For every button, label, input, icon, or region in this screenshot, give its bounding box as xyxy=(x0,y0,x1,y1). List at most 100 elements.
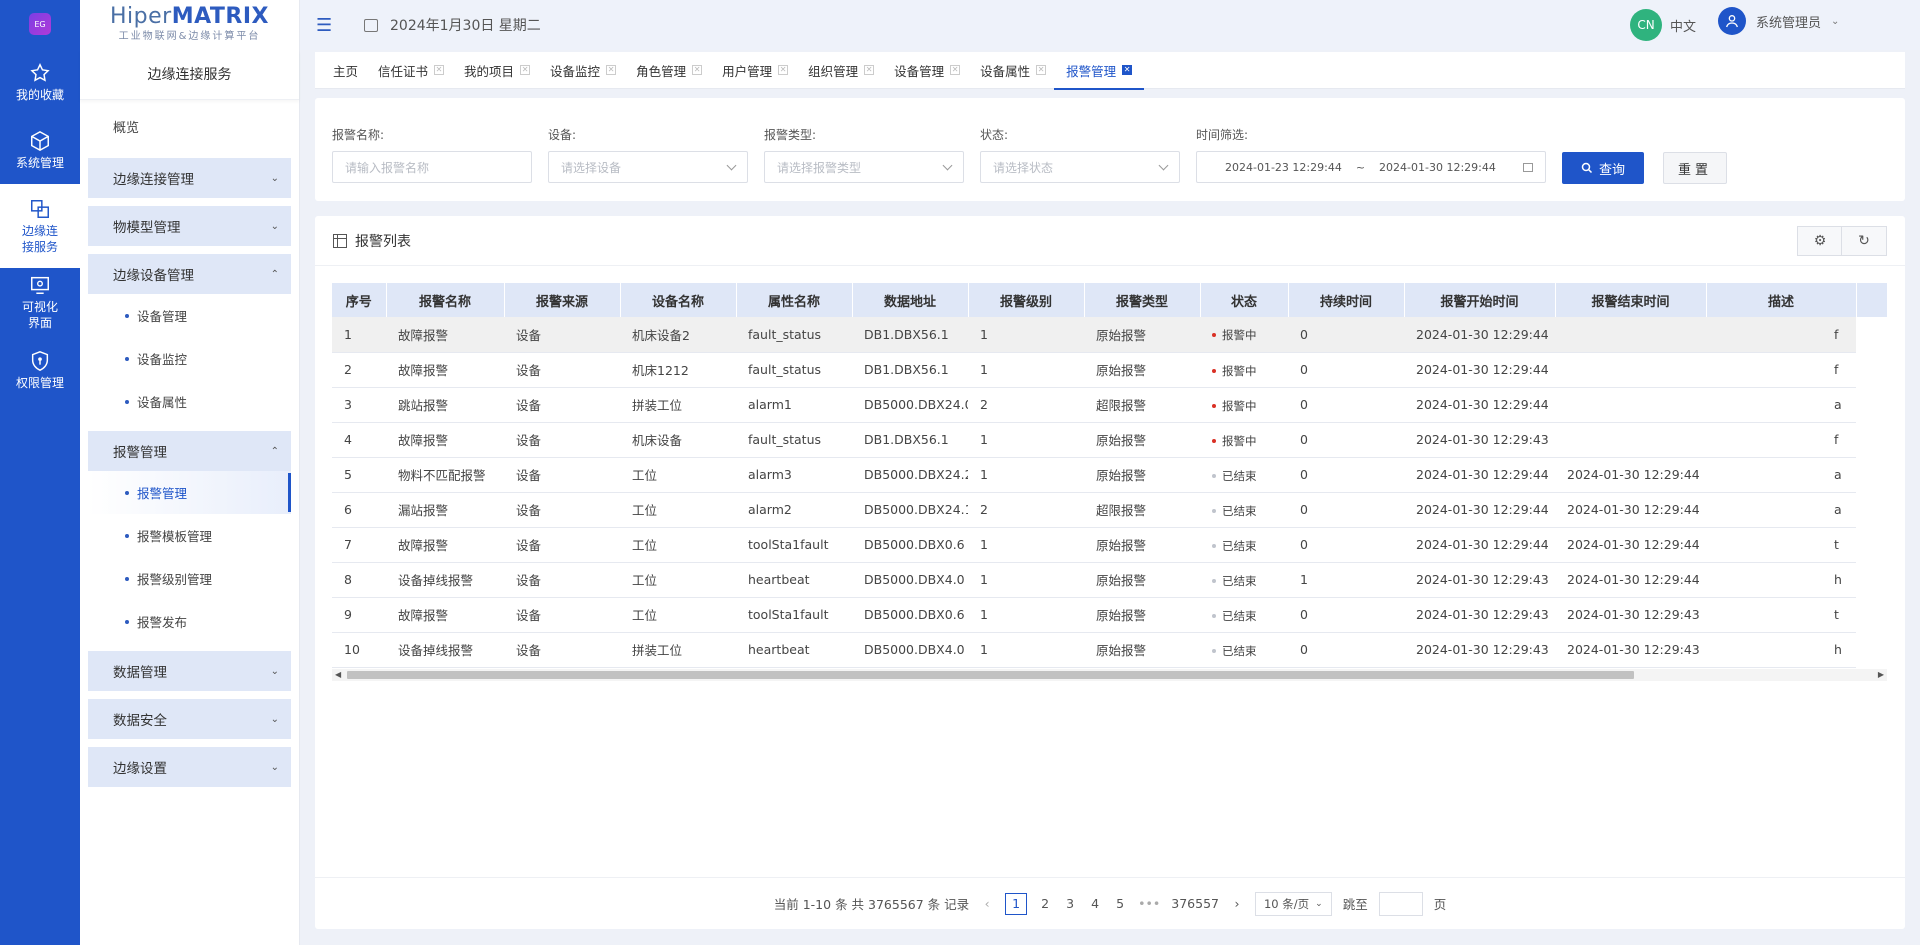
table-row[interactable]: 4 故障报警 设备 机床设备 fault_status DB1.DBX56.1 1 原始报警 报… xyxy=(332,422,1887,458)
menu-group-data[interactable]: 数据管理 ⌄ xyxy=(88,651,291,691)
tab-device-attr[interactable]: 设备属性 ✕ xyxy=(980,52,1047,89)
scroll-thumb[interactable] xyxy=(347,671,1634,679)
close-icon[interactable]: ✕ xyxy=(692,65,703,75)
table-cell: 原始报警 xyxy=(1084,317,1200,353)
status-cell: 已结束 xyxy=(1200,492,1288,528)
tab-org[interactable]: 组织管理 ✕ xyxy=(808,52,875,89)
scroll-right-icon[interactable]: ▶ xyxy=(1878,669,1884,681)
menu-group-thing-model[interactable]: 物模型管理 ⌄ xyxy=(88,206,291,246)
sidebar-item-alarm-template[interactable]: 报警模板管理 xyxy=(88,514,291,557)
tab-users[interactable]: 用户管理 ✕ xyxy=(722,52,789,89)
table-cell: 2024-01-30 12:29:44 xyxy=(1404,457,1555,493)
start-date[interactable]: 2024-01-23 12:29:44 xyxy=(1225,161,1342,174)
settings-button[interactable]: ⚙ xyxy=(1797,226,1843,256)
chevron-down-icon xyxy=(726,160,737,170)
menu-group-settings[interactable]: 边缘设置 ⌄ xyxy=(88,747,291,787)
column-header: 报警级别 xyxy=(968,283,1085,317)
status-select[interactable]: 请选择状态 xyxy=(980,151,1180,183)
page-ellipsis[interactable]: ••• xyxy=(1138,896,1160,911)
rail-item-edge[interactable]: 边缘连接服务 xyxy=(0,184,80,268)
close-icon[interactable]: ✕ xyxy=(1036,65,1047,75)
page-3[interactable]: 3 xyxy=(1063,896,1077,911)
rail-item-system[interactable]: 系统管理 xyxy=(0,116,80,184)
rail-label: 权限管理 xyxy=(15,375,64,390)
horizontal-scrollbar[interactable]: ◀ ▶ xyxy=(332,669,1887,681)
alarm-table-wrap: 序号 报警名称 报警来源 设备名称 属性名称 数据地址 报警级别 报警类型 状态 持续时间 报警开始… xyxy=(332,283,1887,683)
prev-page-icon[interactable]: ‹ xyxy=(980,896,994,911)
column-header: 数据地址 xyxy=(852,283,969,317)
close-icon[interactable]: ✕ xyxy=(950,65,961,75)
chevron-down-icon: ⌄ xyxy=(270,172,279,184)
sidebar-item-device-attr[interactable]: 设备属性 xyxy=(88,380,291,423)
rail-item-permission[interactable]: 权限管理 xyxy=(0,336,80,404)
refresh-button[interactable]: ↻ xyxy=(1841,226,1887,256)
rail-item-visual[interactable]: 可视化界面 xyxy=(0,268,80,336)
sidebar-item-overview[interactable]: 概览 xyxy=(88,108,291,150)
status-dot-icon xyxy=(1212,578,1216,583)
close-icon[interactable]: ✕ xyxy=(778,65,789,75)
sidebar-item-device-manage[interactable]: 设备管理 xyxy=(88,294,291,337)
tab-roles[interactable]: 角色管理 ✕ xyxy=(636,52,703,89)
table-cell: 2024-01-30 12:29:44 xyxy=(1404,387,1555,423)
table-row[interactable]: 9 故障报警 设备 工位 toolSta1fault DB5000.DBX0.6 1 原始报警… xyxy=(332,597,1887,633)
tab-device-monitor[interactable]: 设备监控 ✕ xyxy=(550,52,617,89)
status-badge: 报警中 xyxy=(1212,398,1257,414)
query-button[interactable]: 查询 xyxy=(1562,152,1644,184)
menu-toggle-icon[interactable]: ☰ xyxy=(316,15,336,36)
alarm-name-input[interactable]: 请输入报警名称 xyxy=(332,151,532,183)
table-row[interactable]: 1 故障报警 设备 机床设备2 fault_status DB1.DBX56.1 1 原始报警… xyxy=(332,317,1887,353)
page-2[interactable]: 2 xyxy=(1038,896,1052,911)
menu-group-security[interactable]: 数据安全 ⌄ xyxy=(88,699,291,739)
table-cell: 设备 xyxy=(504,422,620,458)
table-cell: 拼装工位 xyxy=(620,632,736,668)
page-4[interactable]: 4 xyxy=(1088,896,1102,911)
tab-alarm-manage[interactable]: 报警管理 ✕ xyxy=(1054,52,1145,90)
language-switch[interactable]: CN 中文 xyxy=(1630,9,1696,41)
page-1[interactable]: 1 xyxy=(1005,892,1028,915)
sidebar-item-alarm-publish[interactable]: 报警发布 xyxy=(88,600,291,643)
end-date[interactable]: 2024-01-30 12:29:44 xyxy=(1379,161,1496,174)
date-range-picker[interactable]: 2024-01-23 12:29:44 ~ 2024-01-30 12:29:4… xyxy=(1196,151,1546,183)
table-cell: 故障报警 xyxy=(386,422,504,458)
table-row[interactable]: 6 漏站报警 设备 工位 alarm2 DB5000.DBX24.1 2 超限报警 已结束 0 20… xyxy=(332,492,1887,528)
alarm-type-select[interactable]: 请选择报警类型 xyxy=(764,151,964,183)
sidebar-item-alarm-level[interactable]: 报警级别管理 xyxy=(88,557,291,600)
table-row[interactable]: 7 故障报警 设备 工位 toolSta1fault DB5000.DBX0.6 1 原始报警… xyxy=(332,527,1887,563)
close-icon[interactable]: ✕ xyxy=(520,65,531,75)
table-cell: 0 xyxy=(1288,317,1404,353)
page-size-select[interactable]: 10 条/页 ⌄ xyxy=(1254,891,1332,916)
menu-group-alarm[interactable]: 报警管理 ⌃ xyxy=(88,431,291,471)
tab-cert[interactable]: 信任证书 ✕ xyxy=(378,52,445,89)
table-row[interactable]: 10 设备掉线报警 设备 拼装工位 heartbeat DB5000.DBX4.0 1 原始报… xyxy=(332,632,1887,668)
page-5[interactable]: 5 xyxy=(1113,896,1127,911)
tab-projects[interactable]: 我的项目 ✕ xyxy=(464,52,531,89)
sidebar-item-device-monitor[interactable]: 设备监控 xyxy=(88,337,291,380)
sidebar-item-alarm-manage[interactable]: 报警管理 xyxy=(88,471,291,514)
tab-home[interactable]: 主页 xyxy=(333,52,358,89)
table-row[interactable]: 2 故障报警 设备 机床1212 fault_status DB1.DBX56.1 1 原始报… xyxy=(332,352,1887,388)
menu-group-edge-connect[interactable]: 边缘连接管理 ⌄ xyxy=(88,158,291,198)
filter-label: 时间筛选: xyxy=(1196,128,1249,142)
reset-button[interactable]: 重置 xyxy=(1663,152,1727,184)
table-cell: 4 xyxy=(332,422,386,458)
table-cell: 1 xyxy=(968,422,1084,458)
device-select[interactable]: 请选择设备 xyxy=(548,151,748,183)
page-last[interactable]: 376557 xyxy=(1171,896,1219,911)
close-icon[interactable]: ✕ xyxy=(864,65,875,75)
user-menu[interactable]: 系统管理员 ⌄ xyxy=(1718,7,1839,35)
top-header: ☰ 2024年1月30日 星期二 CN 中文 系统管理员 ⌄ xyxy=(300,0,1920,50)
close-icon[interactable]: ✕ xyxy=(434,65,445,75)
close-icon[interactable]: ✕ xyxy=(1122,65,1133,75)
scroll-left-icon[interactable]: ◀ xyxy=(335,669,341,681)
table-cell: 工位 xyxy=(620,527,736,563)
table-row[interactable]: 8 设备掉线报警 设备 工位 heartbeat DB5000.DBX4.0 1 原始报警 已结… xyxy=(332,562,1887,598)
close-icon[interactable]: ✕ xyxy=(606,65,617,75)
next-page-icon[interactable]: › xyxy=(1230,896,1244,911)
rail-item-favorites[interactable]: 我的收藏 xyxy=(0,48,80,116)
filter-label: 设备: xyxy=(548,128,577,142)
menu-group-edge-device[interactable]: 边缘设备管理 ⌃ xyxy=(88,254,291,294)
table-row[interactable]: 5 物料不匹配报警 设备 工位 alarm3 DB5000.DBX24.2 1 原始报警 已结束… xyxy=(332,457,1887,493)
table-row[interactable]: 3 跳站报警 设备 拼装工位 alarm1 DB5000.DBX24.0 2 超限报警 报警中 0… xyxy=(332,387,1887,423)
tab-device-manage[interactable]: 设备管理 ✕ xyxy=(894,52,961,89)
jump-page-input[interactable] xyxy=(1378,891,1423,916)
